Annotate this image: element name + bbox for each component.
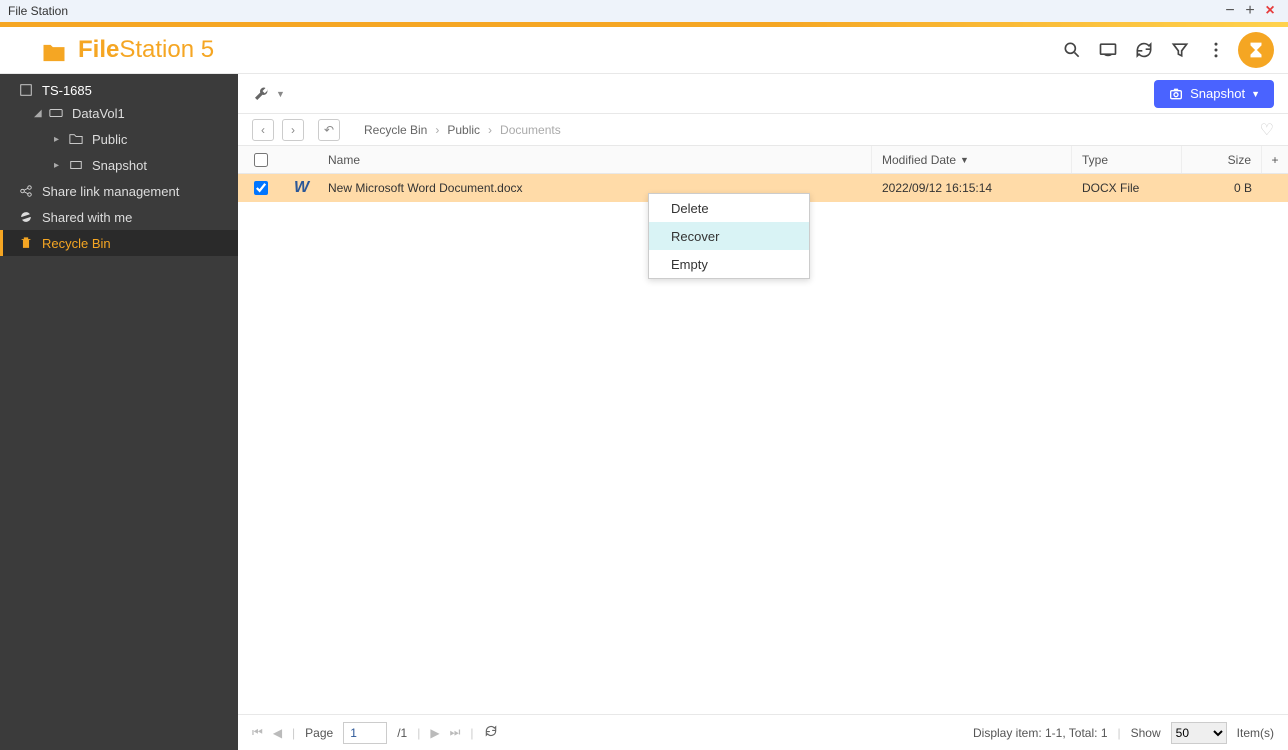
refresh-button[interactable] — [484, 724, 498, 741]
display-count: Display item: 1-1, Total: 1 — [973, 726, 1108, 740]
user-avatar[interactable] — [1238, 32, 1274, 68]
nav-up-button[interactable]: ↶ — [318, 119, 340, 141]
maximize-button[interactable]: + — [1240, 2, 1260, 20]
crumb-public[interactable]: Public — [447, 123, 480, 137]
sidebar-shared-with-me[interactable]: Shared with me — [0, 204, 238, 230]
toolbar: ▼ Snapshot ▼ — [238, 74, 1288, 114]
context-menu: Delete Recover Empty — [648, 193, 810, 279]
sidebar-share-link[interactable]: Share link management — [0, 178, 238, 204]
search-icon[interactable] — [1054, 32, 1090, 68]
breadcrumb: ‹ › ↶ Recycle Bin › Public › Documents ♡ — [238, 114, 1288, 146]
nav-back-button[interactable]: ‹ — [252, 119, 274, 141]
select-all-checkbox[interactable] — [254, 153, 268, 167]
context-delete[interactable]: Delete — [649, 194, 809, 222]
col-size[interactable]: Size — [1182, 146, 1262, 173]
sidebar-recycle-bin[interactable]: Recycle Bin — [0, 230, 238, 256]
more-icon[interactable] — [1198, 32, 1234, 68]
close-button[interactable]: × — [1260, 2, 1280, 20]
minimize-button[interactable]: − — [1220, 2, 1240, 20]
folder-icon — [68, 131, 84, 147]
word-file-icon: W — [294, 179, 309, 197]
context-empty[interactable]: Empty — [649, 250, 809, 278]
appbar: FileStation 5 — [0, 27, 1288, 74]
snapshot-button[interactable]: Snapshot ▼ — [1154, 80, 1274, 108]
sort-desc-icon: ▼ — [960, 155, 969, 165]
trash-icon — [18, 235, 34, 251]
share-icon — [18, 183, 34, 199]
nas-icon — [18, 82, 34, 98]
filter-icon[interactable] — [1162, 32, 1198, 68]
caret-right-icon: ▸ — [54, 160, 64, 171]
sidebar-public[interactable]: ▸ Public — [0, 126, 238, 152]
add-column-button[interactable]: + — [1262, 146, 1288, 173]
show-select[interactable]: 50 — [1171, 722, 1227, 744]
next-page-button[interactable]: ▶ — [430, 726, 439, 740]
page-total: /1 — [397, 726, 407, 740]
last-page-button[interactable]: ⏭ — [450, 725, 461, 740]
sidebar-snapshot[interactable]: ▸ Snapshot — [0, 152, 238, 178]
sync-icon — [18, 209, 34, 225]
page-label: Page — [305, 726, 333, 740]
row-date: 2022/09/12 16:15:14 — [872, 174, 1072, 202]
row-type: DOCX File — [1072, 174, 1182, 202]
app-title: FileStation 5 — [78, 36, 214, 64]
tools-dropdown[interactable]: ▼ — [252, 85, 285, 103]
crumb-documents: Documents — [500, 123, 561, 137]
cast-icon[interactable] — [1090, 32, 1126, 68]
favorite-icon[interactable]: ♡ — [1260, 120, 1274, 140]
volume-icon — [48, 105, 64, 121]
context-recover[interactable]: Recover — [649, 222, 809, 250]
window-title: File Station — [8, 4, 68, 18]
col-modified-date[interactable]: Modified Date▼ — [872, 146, 1072, 173]
snapshot-icon — [68, 157, 84, 173]
caret-right-icon: ▸ — [54, 134, 64, 145]
titlebar: File Station − + × — [0, 0, 1288, 22]
first-page-button[interactable]: ⏮ — [252, 725, 263, 740]
prev-page-button[interactable]: ◀ — [273, 726, 282, 740]
content-area: ▼ Snapshot ▼ ‹ › ↶ Recycle Bin › Public … — [238, 74, 1288, 750]
col-name[interactable]: Name — [318, 146, 872, 173]
statusbar: ⏮ ◀ | Page /1 | ▶ ⏭ | Display item: 1-1,… — [238, 714, 1288, 750]
crumb-recycle[interactable]: Recycle Bin — [364, 123, 427, 137]
chevron-right-icon: › — [488, 123, 492, 137]
show-label: Show — [1131, 726, 1161, 740]
sidebar: TS-1685 ◢ DataVol1 ▸ Public ▸ Snapshot S… — [0, 74, 238, 750]
caret-down-icon: ◢ — [34, 108, 44, 119]
items-label: Item(s) — [1237, 726, 1274, 740]
page-input[interactable] — [343, 722, 387, 744]
folder-icon — [40, 39, 68, 61]
nav-forward-button[interactable]: › — [282, 119, 304, 141]
row-size: 0 B — [1182, 174, 1262, 202]
table-header: Name Modified Date▼ Type Size + — [238, 146, 1288, 174]
sidebar-root[interactable]: TS-1685 — [0, 74, 238, 100]
sidebar-datavol[interactable]: ◢ DataVol1 — [0, 100, 238, 126]
row-checkbox[interactable] — [254, 181, 268, 195]
refresh-icon[interactable] — [1126, 32, 1162, 68]
chevron-right-icon: › — [435, 123, 439, 137]
col-type[interactable]: Type — [1072, 146, 1182, 173]
